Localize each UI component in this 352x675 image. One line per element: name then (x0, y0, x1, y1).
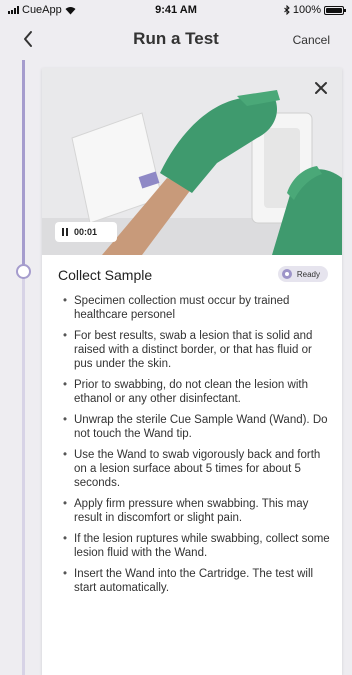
status-badge-label: Ready (296, 269, 320, 279)
status-bar: CueApp 9:41 AM 100% (0, 0, 352, 22)
close-video-button[interactable] (314, 79, 328, 99)
timer-text: 00:01 (74, 227, 98, 237)
step-title: Collect Sample (58, 267, 153, 283)
list-item: If the lesion ruptures while swabbing, c… (60, 532, 332, 560)
timeline-node (16, 264, 31, 279)
list-item: For best results, swab a lesion that is … (60, 329, 332, 371)
list-item: Prior to swabbing, do not clean the lesi… (60, 378, 332, 406)
list-item: Specimen collection must occur by traine… (60, 294, 332, 322)
list-item: Unwrap the sterile Cue Sample Wand (Wand… (60, 413, 332, 441)
battery-icon (324, 5, 346, 15)
battery-percent: 100% (292, 4, 321, 16)
list-item: Apply firm pressure when swabbing. This … (60, 497, 332, 525)
bluetooth-icon (284, 5, 290, 15)
close-icon (315, 82, 327, 94)
progress-timeline (22, 60, 25, 675)
list-item: Insert the Wand into the Cartridge. The … (60, 567, 332, 595)
pause-icon (62, 228, 68, 236)
step-card: 00:01 Collect Sample Ready Specimen coll… (42, 68, 342, 675)
step-header: Collect Sample Ready (58, 266, 328, 286)
instruction-video[interactable]: 00:01 (42, 68, 342, 255)
status-badge: Ready (277, 266, 328, 282)
video-timer[interactable]: 00:01 (55, 222, 117, 242)
timeline-progress (22, 60, 25, 270)
status-right: 100% (284, 4, 346, 16)
instruction-list: Specimen collection must occur by traine… (60, 294, 332, 602)
ready-icon (281, 269, 292, 279)
list-item: Use the Wand to swab vigorously back and… (60, 448, 332, 490)
cancel-button[interactable]: Cancel (293, 33, 330, 47)
nav-bar: Run a Test Cancel (0, 22, 352, 58)
